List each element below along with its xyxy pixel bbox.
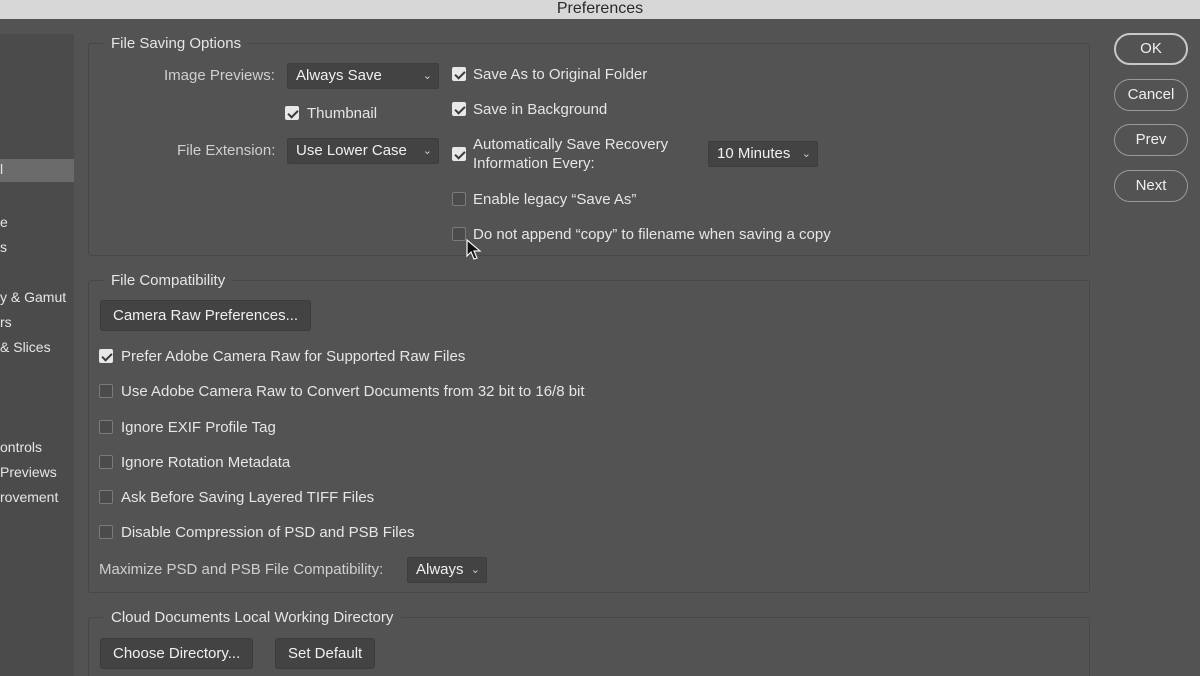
file-extension-label: File Extension: [177, 142, 276, 159]
ignore-exif-checkbox[interactable] [99, 420, 113, 434]
file-compat-title: File Compatibility [103, 272, 234, 289]
image-previews-label: Image Previews: [164, 67, 275, 84]
prefer-camera-raw-checkbox[interactable] [99, 349, 113, 363]
set-default-button[interactable]: Set Default [275, 638, 376, 669]
mouse-pointer-icon [466, 239, 482, 260]
auto-save-label-line1: Automatically Save Recovery [473, 136, 669, 153]
chevron-down-icon: ⌄ [422, 145, 432, 157]
file-extension-value: Use Lower Case [296, 142, 407, 159]
ignore-exif-label: Ignore EXIF Profile Tag [121, 419, 276, 436]
sidebar-item-product-improvement[interactable]: rovement [0, 489, 58, 505]
sidebar: l e s y & Gamut rs & Slices ontrols Prev… [0, 34, 74, 676]
save-as-original-checkbox[interactable] [452, 67, 466, 81]
save-in-background-label: Save in Background [473, 101, 608, 118]
ask-tiff-label: Ask Before Saving Layered TIFF Files [121, 489, 375, 506]
no-copy-append-label: Do not append “copy” to filename when sa… [473, 226, 831, 243]
auto-save-label-line2: Information Every: [473, 155, 595, 172]
next-button[interactable]: Next [1114, 170, 1188, 202]
ignore-rotation-label: Ignore Rotation Metadata [121, 454, 291, 471]
file-saving-title: File Saving Options [103, 35, 250, 52]
maximize-compat-label: Maximize PSD and PSB File Compatibility: [99, 561, 384, 578]
disable-compression-checkbox[interactable] [99, 525, 113, 539]
save-as-original-label: Save As to Original Folder [473, 66, 648, 83]
sidebar-selection-highlight[interactable] [0, 159, 74, 182]
maximize-compat-value: Always [416, 561, 464, 578]
auto-save-interval-value: 10 Minutes [717, 145, 791, 162]
sidebar-item-scratch-disks[interactable]: s [0, 239, 7, 255]
disable-compression-label: Disable Compression of PSD and PSB Files [121, 524, 415, 541]
convert-32bit-label: Use Adobe Camera Raw to Convert Document… [121, 383, 585, 400]
file-extension-select[interactable]: Use Lower Case ⌄ [287, 138, 439, 164]
sidebar-item-camera-controls[interactable]: ontrols [0, 439, 42, 455]
prefer-camera-raw-label: Prefer Adobe Camera Raw for Supported Ra… [121, 348, 466, 365]
image-previews-select[interactable]: Always Save ⌄ [287, 63, 439, 89]
cancel-button[interactable]: Cancel [1114, 79, 1188, 111]
choose-directory-button[interactable]: Choose Directory... [100, 638, 254, 669]
sidebar-item-file-handling[interactable]: l [0, 161, 3, 177]
chevron-down-icon: ⌄ [422, 70, 432, 82]
no-copy-append-checkbox[interactable] [452, 227, 466, 241]
ask-tiff-checkbox[interactable] [99, 490, 113, 504]
window-title: Preferences [0, 0, 1200, 19]
sidebar-item-units-rulers[interactable]: rs [0, 314, 12, 330]
sidebar-item-guides-grid-slices[interactable]: & Slices [0, 339, 51, 355]
auto-save-checkbox[interactable] [452, 147, 466, 161]
legacy-save-as-label: Enable legacy “Save As” [473, 191, 637, 208]
ok-button[interactable]: OK [1114, 33, 1188, 65]
thumbnail-label: Thumbnail [307, 105, 378, 122]
legacy-save-as-checkbox[interactable] [452, 192, 466, 206]
sidebar-item-performance[interactable]: e [0, 214, 8, 230]
sidebar-item-transparency-gamut[interactable]: y & Gamut [0, 289, 66, 305]
maximize-compat-select[interactable]: Always ⌄ [407, 557, 487, 583]
auto-save-interval-select[interactable]: 10 Minutes ⌄ [708, 141, 818, 167]
chevron-down-icon: ⌄ [470, 564, 480, 576]
chevron-down-icon: ⌄ [801, 148, 811, 160]
cloud-docs-title: Cloud Documents Local Working Directory [103, 609, 402, 626]
camera-raw-preferences-button[interactable]: Camera Raw Preferences... [100, 300, 312, 331]
thumbnail-checkbox[interactable] [285, 106, 299, 120]
prev-button[interactable]: Prev [1114, 124, 1188, 156]
sidebar-item-technology-previews[interactable]: Previews [0, 464, 57, 480]
image-previews-value: Always Save [296, 67, 382, 84]
ignore-rotation-checkbox[interactable] [99, 455, 113, 469]
convert-32bit-checkbox[interactable] [99, 384, 113, 398]
save-in-background-checkbox[interactable] [452, 102, 466, 116]
